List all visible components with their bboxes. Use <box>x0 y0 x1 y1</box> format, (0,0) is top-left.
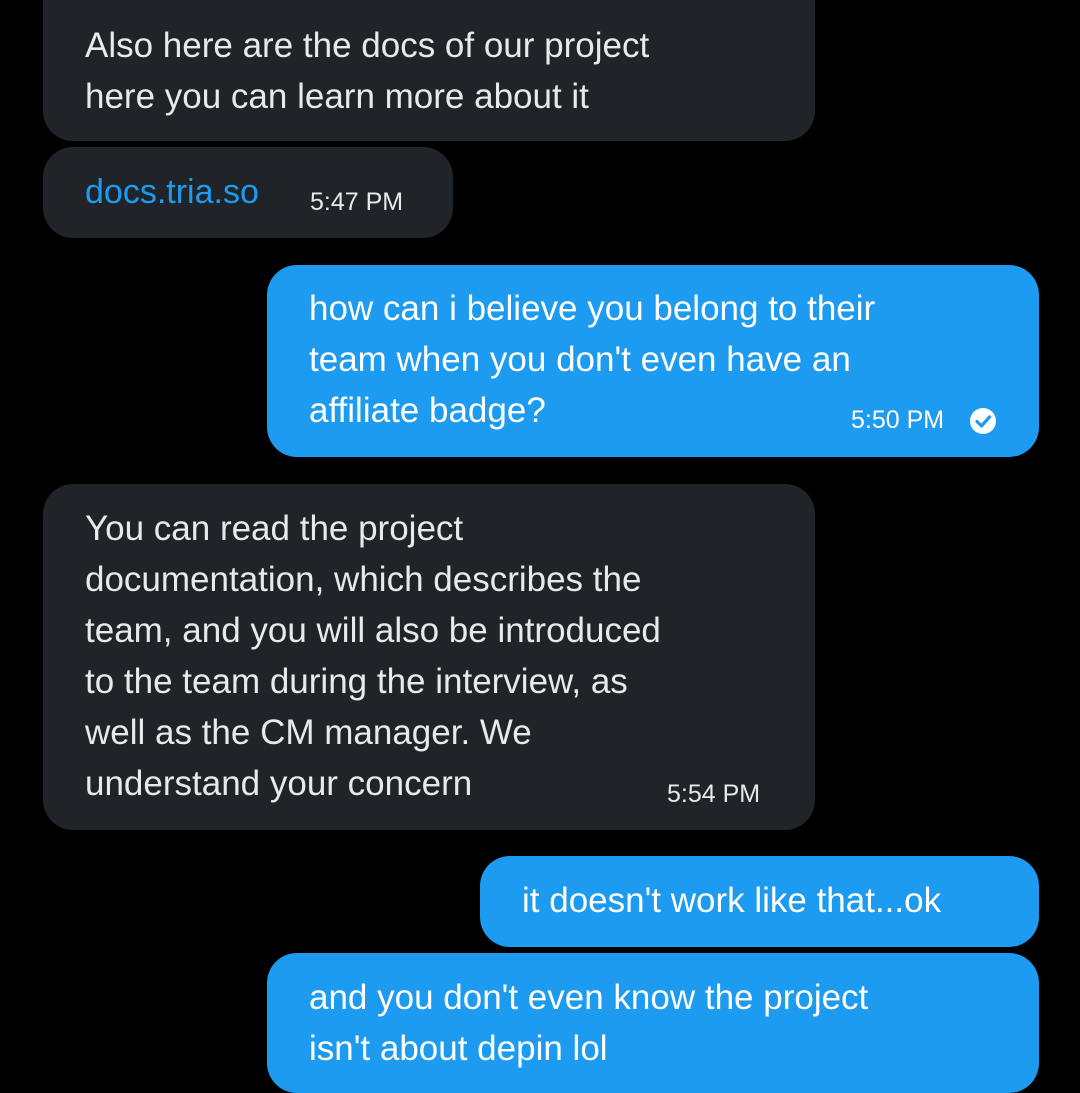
docs-link[interactable]: docs.tria.so <box>85 167 259 218</box>
check-circle-icon <box>970 408 996 434</box>
message-timestamp: 5:47 PM <box>310 188 404 216</box>
message-bubble-incoming[interactable]: Also here are the docs of our project he… <box>43 0 815 141</box>
message-timestamp: 5:50 PM <box>851 406 945 434</box>
message-text: You can read the project documentation, … <box>85 509 661 803</box>
message-bubble-incoming[interactable]: docs.tria.so 5:47 PM <box>43 147 453 238</box>
message-text: it doesn't work like that...ok <box>522 881 942 920</box>
message-bubble-outgoing[interactable]: it doesn't work like that...ok <box>480 856 1039 947</box>
message-bubble-incoming[interactable]: You can read the project documentation, … <box>43 484 815 830</box>
message-bubble-outgoing[interactable]: and you don't even know the project isn'… <box>267 953 1039 1093</box>
message-bubble-outgoing[interactable]: how can i believe you belong to their te… <box>267 265 1039 457</box>
message-text: and you don't even know the project isn'… <box>309 978 869 1068</box>
message-timestamp: 5:54 PM <box>667 780 761 808</box>
message-text: how can i believe you belong to their te… <box>309 289 876 430</box>
message-text: Also here are the docs of our project he… <box>85 26 650 116</box>
